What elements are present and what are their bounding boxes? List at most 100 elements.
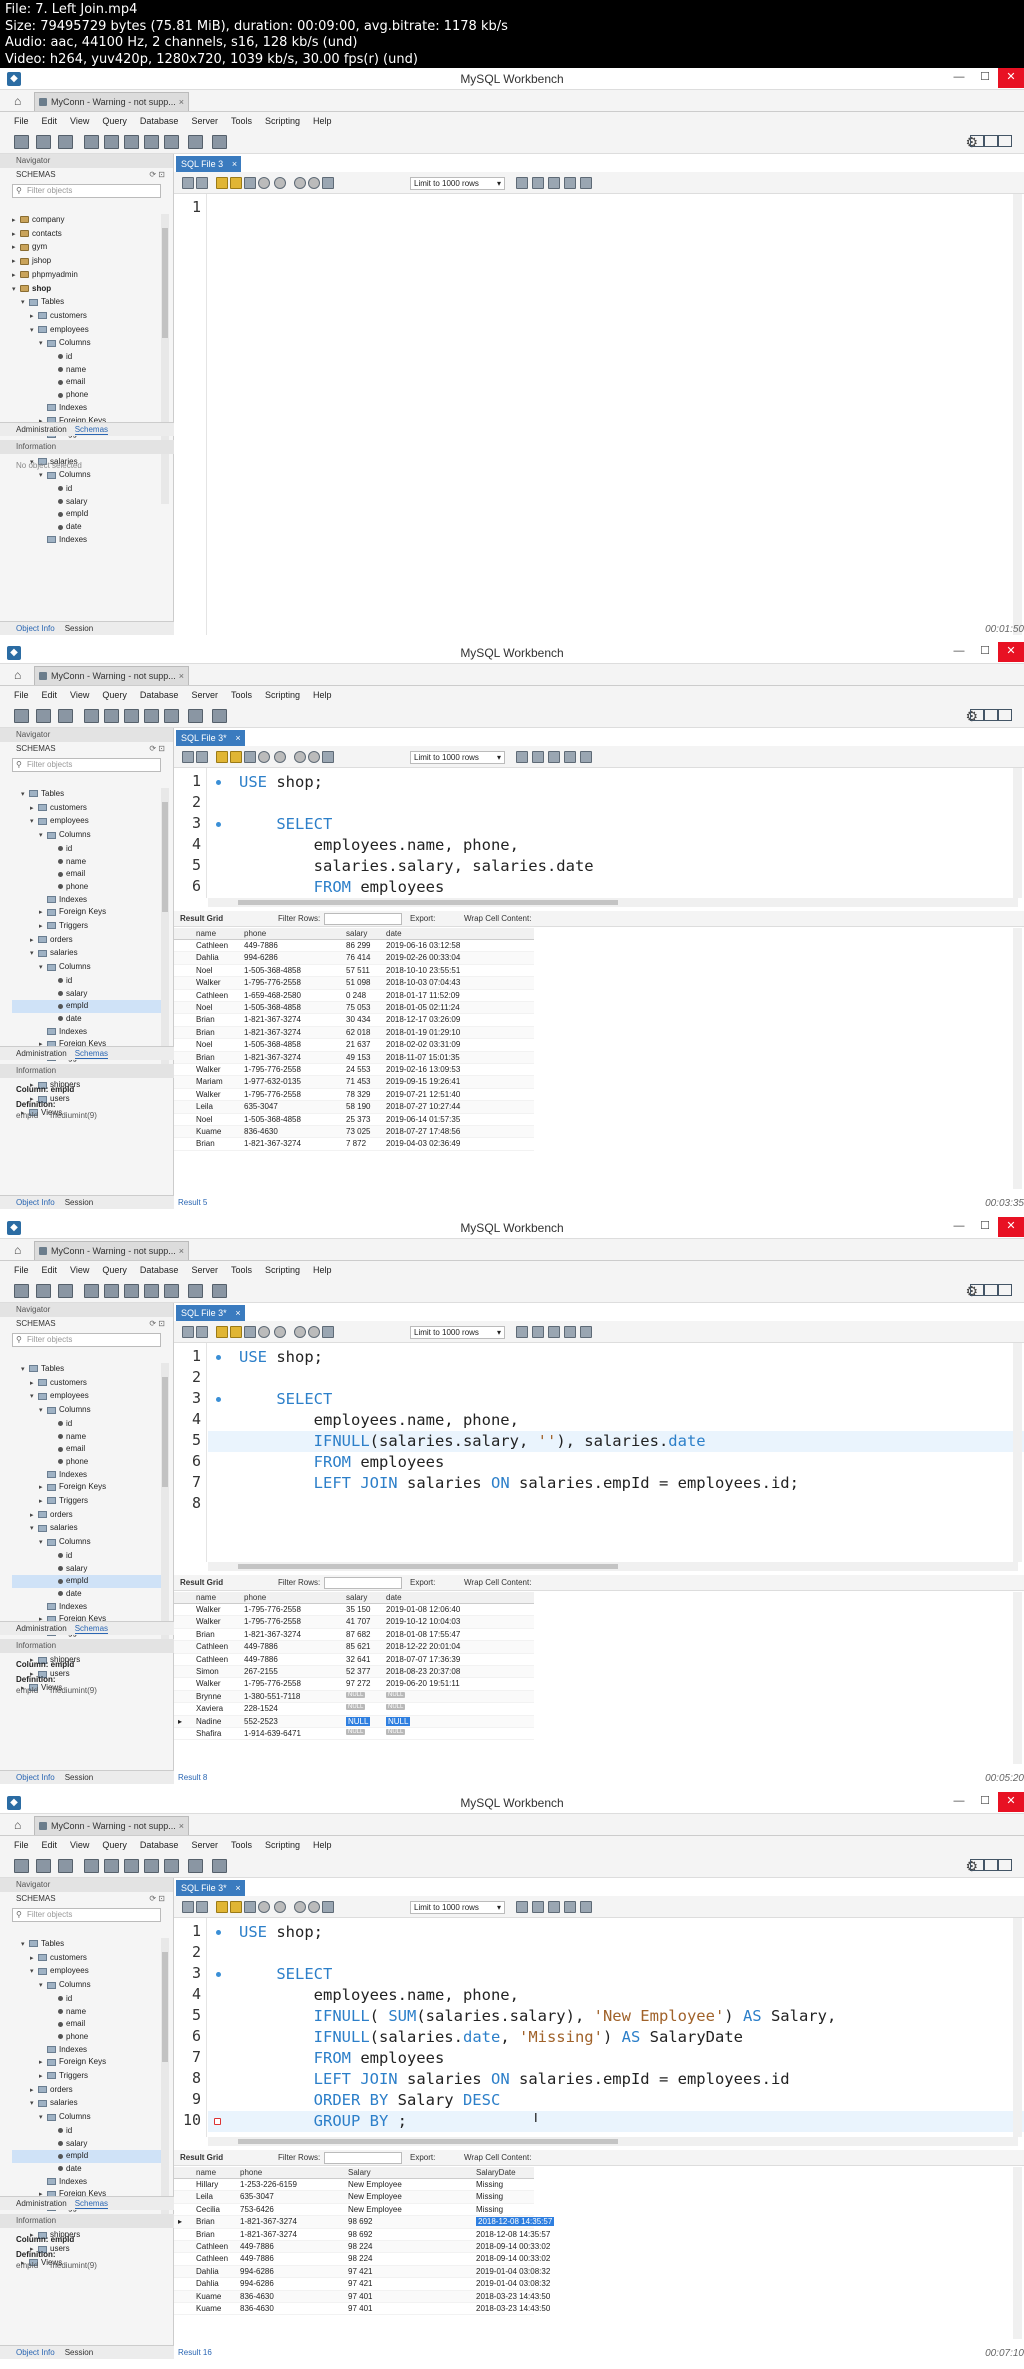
expand-arrow-icon[interactable]: ▸	[30, 311, 38, 324]
search-table-icon[interactable]	[188, 709, 203, 723]
toggle-output-icon[interactable]	[984, 709, 998, 721]
table-cell[interactable]: Walker	[196, 1617, 221, 1626]
table-row[interactable]: Noel 1-505-368-4858 57 511 2018-10-10 23:55…	[174, 965, 534, 978]
expand-arrow-icon[interactable]: ▸	[39, 907, 47, 920]
connection-tab[interactable]: MyConn - Warning - not supp... ×	[34, 1816, 189, 1835]
table-cell[interactable]: 1-795-776-2558	[244, 1679, 301, 1688]
stop-icon[interactable]	[258, 177, 270, 189]
menu-file[interactable]: File	[14, 690, 29, 700]
tree-item[interactable]: ▾ Columns	[12, 469, 162, 483]
editor-scrollbar[interactable]	[1013, 768, 1022, 898]
new-function-icon[interactable]	[164, 1859, 179, 1873]
toggle-sidebar-icon[interactable]	[970, 1859, 984, 1871]
tree-item[interactable]: salary	[12, 496, 162, 509]
tree-item[interactable]: ▾ salaries	[12, 2097, 162, 2111]
new-table-icon[interactable]	[104, 1284, 119, 1298]
expand-arrow-icon[interactable]: ▾	[39, 1537, 47, 1550]
table-row[interactable]: Brynne 1-380-551-7118 NULL NULL	[174, 1690, 534, 1704]
table-cell[interactable]: 2018-12-08 14:35:57	[476, 2217, 555, 2227]
limit-rows-select[interactable]: Limit to 1000 rows	[410, 177, 505, 190]
menu-database[interactable]: Database	[140, 1265, 179, 1275]
table-cell[interactable]: Mariam	[196, 1077, 223, 1086]
table-cell[interactable]: 1-795-776-2558	[244, 1090, 301, 1099]
table-cell[interactable]: 21 637	[346, 1040, 370, 1049]
table-row[interactable]: Leila 635-3047 New Employee Missing	[174, 2191, 534, 2204]
menu-database[interactable]: Database	[140, 1840, 179, 1850]
limit-rows-select[interactable]: Limit to 1000 rows	[410, 751, 505, 764]
new-view-icon[interactable]	[124, 1859, 139, 1873]
reconnect-icon[interactable]	[212, 135, 227, 149]
tree-item[interactable]: ▸ orders	[12, 1509, 162, 1523]
open-connection-icon[interactable]	[58, 1284, 73, 1298]
table-cell[interactable]: Shafira	[196, 1729, 221, 1738]
new-procedure-icon[interactable]	[144, 1284, 159, 1298]
table-row[interactable]: Walker 1-795-776-2558 78 329 2019-07-21 12:…	[174, 1089, 534, 1102]
reconnect-icon[interactable]	[212, 709, 227, 723]
search-table-icon[interactable]	[188, 1859, 203, 1873]
table-cell[interactable]: 1-977-632-0135	[244, 1077, 301, 1086]
menu-server[interactable]: Server	[191, 1265, 218, 1275]
tab-schemas[interactable]: Schemas	[74, 2199, 109, 2209]
table-cell[interactable]: Missing	[476, 2192, 503, 2201]
table-cell[interactable]: 97 401	[348, 2304, 372, 2313]
expand-arrow-icon[interactable]: ▾	[30, 816, 38, 829]
result-grid-label[interactable]: Result Grid	[180, 2150, 223, 2166]
tree-item[interactable]: Indexes	[12, 402, 162, 415]
table-row[interactable]: Walker 1-795-776-2558 51 098 2018-10-03 07:…	[174, 977, 534, 990]
table-cell[interactable]: NULL	[386, 1704, 406, 1711]
table-cell[interactable]: Cathleen	[196, 1655, 228, 1664]
expand-arrow-icon[interactable]: ▾	[21, 1939, 29, 1952]
expand-arrow-icon[interactable]: ▸	[12, 256, 20, 269]
new-function-icon[interactable]	[164, 135, 179, 149]
tree-item[interactable]: salary	[12, 2138, 162, 2151]
tab-schemas[interactable]: Schemas	[74, 1624, 109, 1634]
rollback-icon[interactable]	[308, 1901, 320, 1913]
execute-current-icon[interactable]	[230, 1901, 242, 1913]
tab-object-info[interactable]: Object Info	[16, 2348, 55, 2357]
add-favorite-icon[interactable]	[516, 751, 528, 763]
table-cell[interactable]: 2019-01-08 12:06:40	[386, 1605, 460, 1614]
expand-arrow-icon[interactable]: ▸	[30, 803, 38, 816]
new-sql-tab-icon[interactable]	[14, 135, 29, 149]
table-cell[interactable]: Dahlia	[196, 2267, 219, 2276]
close-tab-icon[interactable]: ×	[235, 730, 240, 746]
table-cell[interactable]: Cathleen	[196, 2254, 228, 2263]
expand-arrow-icon[interactable]: ▸	[30, 1510, 38, 1523]
table-cell[interactable]: 2018-03-23 14:43:50	[476, 2304, 550, 2313]
tree-item[interactable]: ▾ salaries	[12, 947, 162, 961]
filter-objects-input[interactable]: Filter objects	[12, 1333, 161, 1347]
sql-file-tab[interactable]: SQL File 3* ×	[176, 1880, 245, 1896]
toggle-secondary-icon[interactable]	[998, 1859, 1012, 1871]
tree-item[interactable]: ▾ Tables	[12, 788, 162, 802]
menu-scripting[interactable]: Scripting	[265, 1840, 300, 1850]
tree-item[interactable]: email	[12, 376, 162, 389]
tab-administration[interactable]: Administration	[16, 425, 67, 434]
table-cell[interactable]: 1-821-367-3274	[240, 2217, 297, 2226]
table-cell[interactable]: 98 692	[348, 2217, 372, 2226]
table-cell[interactable]: 449-7886	[240, 2254, 274, 2263]
result-grid-label[interactable]: Result Grid	[180, 911, 223, 927]
commit-icon[interactable]	[294, 1901, 306, 1913]
beautify-icon[interactable]	[532, 1901, 544, 1913]
tree-item[interactable]: Indexes	[12, 2176, 162, 2189]
result-scrollbar[interactable]	[1013, 1592, 1022, 1764]
menu-view[interactable]: View	[70, 116, 89, 126]
table-row[interactable]: Leila 635-3047 58 190 2018-07-27 10:27:44	[174, 1101, 534, 1114]
table-cell[interactable]: 7 872	[346, 1139, 366, 1148]
table-cell[interactable]: NULL	[346, 1716, 371, 1726]
table-cell[interactable]: 2018-01-08 17:55:47	[386, 1630, 460, 1639]
menu-tools[interactable]: Tools	[231, 1265, 252, 1275]
tree-item[interactable]: date	[12, 1588, 162, 1601]
table-cell[interactable]: 30 434	[346, 1015, 370, 1024]
table-cell[interactable]: Kuame	[196, 2292, 221, 2301]
menu-scripting[interactable]: Scripting	[265, 116, 300, 126]
invisible-chars-icon[interactable]	[564, 1326, 576, 1338]
tree-item[interactable]: phone	[12, 1456, 162, 1469]
table-cell[interactable]: 1-505-368-4858	[244, 966, 301, 975]
column-header[interactable]: salary	[346, 929, 367, 938]
new-sql-tab-icon[interactable]	[14, 1859, 29, 1873]
toggle-secondary-icon[interactable]	[998, 135, 1012, 147]
table-row[interactable]: Dahlia 994-6286 76 414 2019-02-26 00:33:04	[174, 952, 534, 965]
autocommit-icon[interactable]	[322, 1326, 334, 1338]
open-connection-icon[interactable]	[58, 709, 73, 723]
